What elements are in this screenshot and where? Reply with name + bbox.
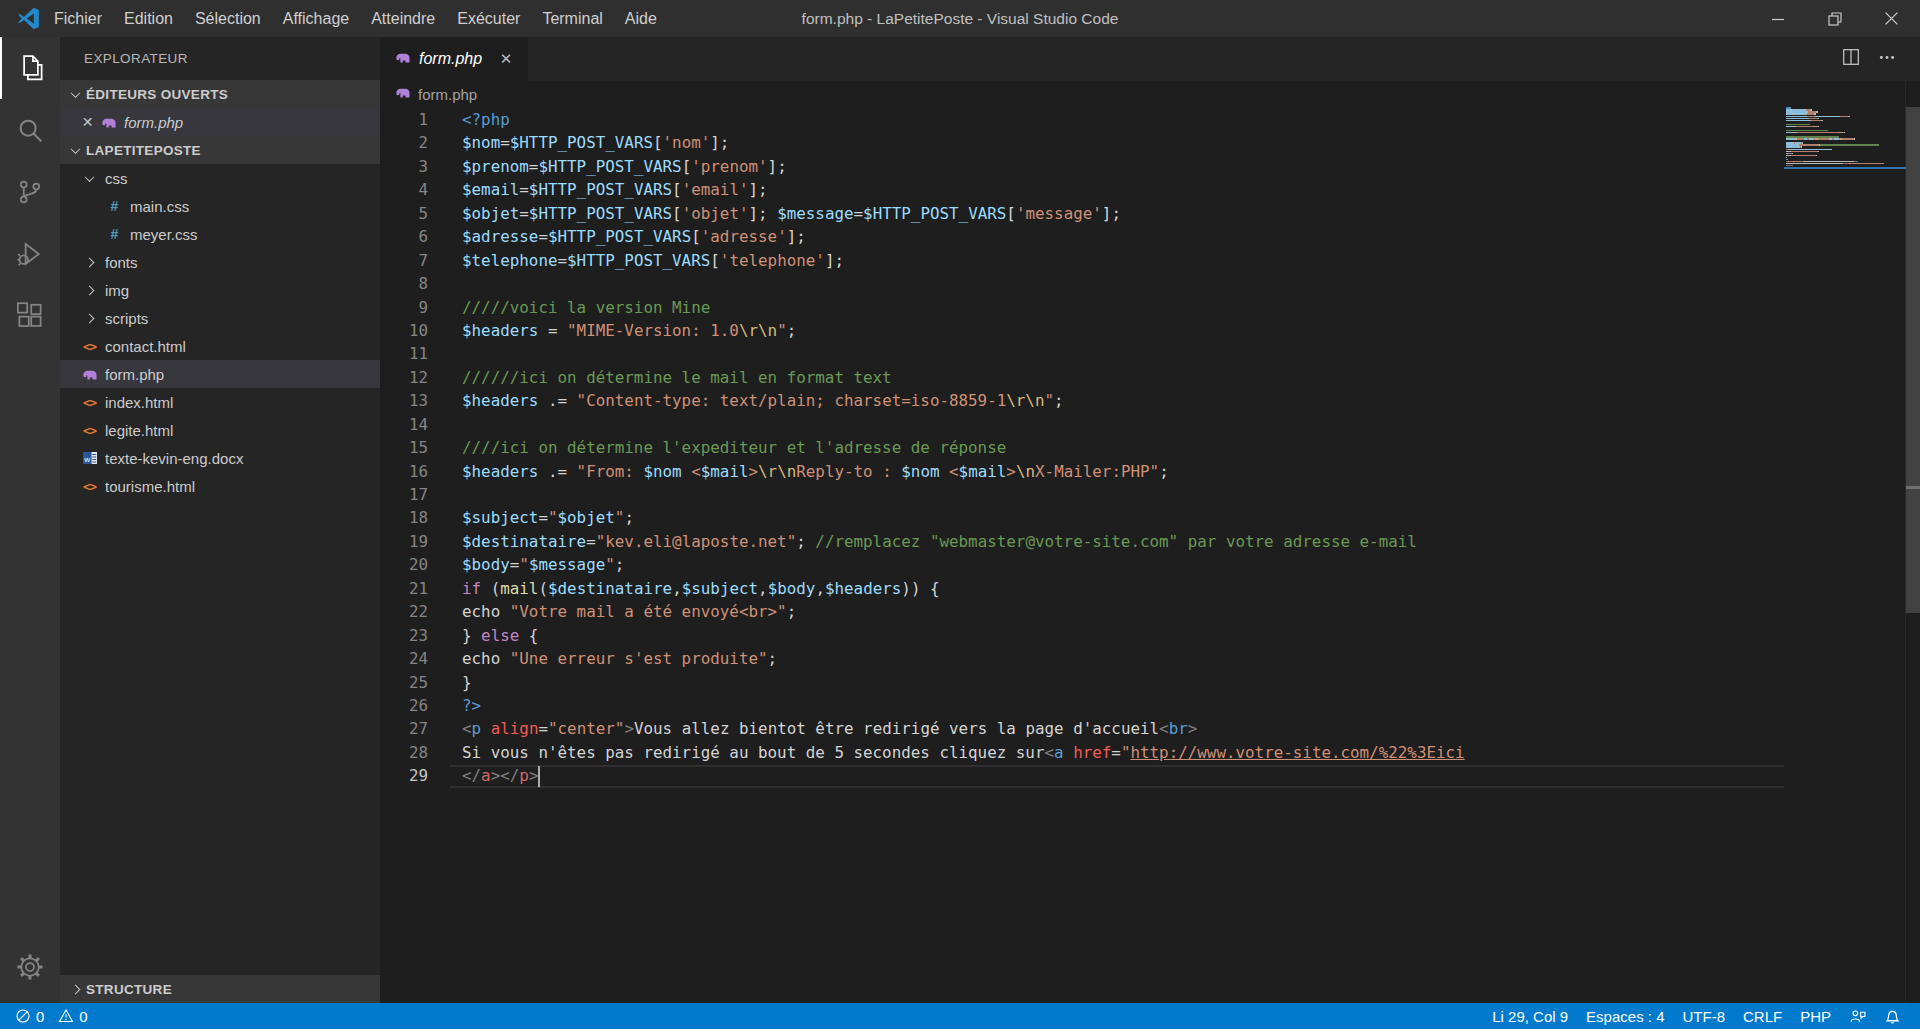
menu-exécuter[interactable]: Exécuter: [446, 0, 531, 37]
project-section-header[interactable]: LAPETITEPOSTE: [60, 136, 380, 164]
split-editor-icon[interactable]: [1842, 48, 1860, 70]
source-control-icon[interactable]: [0, 161, 60, 223]
tab-bar: form.php ✕: [380, 37, 1920, 81]
php-file-icon: [394, 49, 411, 70]
text-cursor: [538, 766, 540, 787]
settings-gear-icon[interactable]: [0, 936, 60, 998]
editor-group: form.php ✕ form.php 12345678910111213141…: [380, 37, 1920, 1003]
chevron-right-icon: [81, 282, 98, 299]
menu-fichier[interactable]: Fichier: [43, 0, 113, 37]
tree-item-fonts[interactable]: fonts: [60, 248, 380, 276]
code-content: <?php$nom=$HTTP_POST_VARS['nom'];$prenom…: [462, 108, 1465, 788]
cursor-position[interactable]: Li 29, Col 9: [1483, 1008, 1577, 1025]
css-file-icon: #: [106, 198, 123, 215]
css-file-icon: #: [106, 226, 123, 243]
run-debug-icon[interactable]: [0, 223, 60, 285]
file-tree: css#main.css#meyer.cssfontsimgscripts<>c…: [60, 164, 380, 500]
menu-aide[interactable]: Aide: [614, 0, 668, 37]
restore-button[interactable]: [1806, 0, 1863, 37]
title-bar: FichierEditionSélectionAffichageAtteindr…: [0, 0, 1920, 37]
status-bar: 0 0 Li 29, Col 9 Espaces : 4 UTF-8 CRLF …: [0, 1003, 1920, 1029]
menu-bar: FichierEditionSélectionAffichageAtteindr…: [43, 0, 668, 37]
search-icon[interactable]: [0, 99, 60, 161]
open-editors-header[interactable]: ÉDITEURS OUVERTS: [60, 80, 380, 108]
explorer-icon[interactable]: [0, 37, 60, 99]
window-title: form.php - LaPetitePoste - Visual Studio…: [802, 10, 1119, 28]
code-editor[interactable]: 1234567891011121314151617181920212223242…: [380, 108, 1920, 1003]
scrollbar-slider[interactable]: [1906, 107, 1920, 613]
feedback-icon[interactable]: [1840, 1008, 1875, 1025]
tree-item-contact.html[interactable]: <>contact.html: [60, 332, 380, 360]
activity-bar: [0, 37, 60, 1003]
menu-sélection[interactable]: Sélection: [184, 0, 272, 37]
close-button[interactable]: [1863, 0, 1920, 37]
html-file-icon: <>: [81, 478, 98, 495]
tree-item-img[interactable]: img: [60, 276, 380, 304]
minimap-cursor-marker: [1784, 167, 1920, 169]
sidebar-explorer: EXPLORATEUR ÉDITEURS OUVERTS ✕form.php L…: [60, 37, 380, 1003]
tree-item-legite.html[interactable]: <>legite.html: [60, 416, 380, 444]
php-file-icon: [394, 84, 411, 105]
tree-item-meyer.css[interactable]: #meyer.css: [60, 220, 380, 248]
word-file-icon: w: [81, 450, 98, 467]
explorer-title: EXPLORATEUR: [60, 37, 380, 80]
breadcrumb[interactable]: form.php: [380, 81, 1920, 108]
open-editors-list: ✕form.php: [60, 108, 380, 136]
chevron-down-icon: [81, 170, 98, 187]
errors-indicator[interactable]: 0: [10, 1008, 49, 1025]
indentation[interactable]: Espaces : 4: [1577, 1008, 1673, 1025]
menu-edition[interactable]: Edition: [113, 0, 184, 37]
minimize-button[interactable]: [1749, 0, 1806, 37]
menu-affichage[interactable]: Affichage: [272, 0, 360, 37]
extensions-icon[interactable]: [0, 285, 60, 347]
tree-item-main.css[interactable]: #main.css: [60, 192, 380, 220]
minimap[interactable]: [1784, 107, 1905, 167]
notifications-bell-icon[interactable]: [1875, 1008, 1910, 1025]
encoding[interactable]: UTF-8: [1673, 1008, 1734, 1025]
tab-form-php[interactable]: form.php ✕: [380, 37, 528, 81]
close-editor-icon[interactable]: ✕: [80, 114, 95, 130]
php-file-icon: [100, 114, 117, 131]
vscode-logo: [17, 7, 40, 30]
tree-item-scripts[interactable]: scripts: [60, 304, 380, 332]
html-file-icon: <>: [81, 422, 98, 439]
svg-text:w: w: [83, 455, 90, 464]
menu-terminal[interactable]: Terminal: [531, 0, 613, 37]
more-actions-icon[interactable]: [1878, 48, 1896, 70]
html-file-icon: <>: [81, 338, 98, 355]
tree-item-form.php[interactable]: form.php: [60, 360, 380, 388]
structure-section-header[interactable]: STRUCTURE: [60, 975, 380, 1003]
chevron-right-icon: [81, 254, 98, 271]
open-editor-item-form.php[interactable]: ✕form.php: [60, 108, 380, 136]
php-file-icon: [81, 366, 98, 383]
line-numbers: 1234567891011121314151617181920212223242…: [380, 108, 428, 788]
eol-sequence[interactable]: CRLF: [1734, 1008, 1791, 1025]
overview-ruler-marker: [1906, 486, 1920, 489]
window-controls: [1749, 0, 1920, 37]
html-file-icon: <>: [81, 394, 98, 411]
tree-item-tourisme.html[interactable]: <>tourisme.html: [60, 472, 380, 500]
tree-item-index.html[interactable]: <>index.html: [60, 388, 380, 416]
tab-close-icon[interactable]: ✕: [496, 49, 516, 69]
tree-item-texte-kevin-eng.docx[interactable]: wtexte-kevin-eng.docx: [60, 444, 380, 472]
tree-item-css[interactable]: css: [60, 164, 380, 192]
language-mode[interactable]: PHP: [1791, 1008, 1840, 1025]
warnings-indicator[interactable]: 0: [53, 1008, 92, 1025]
chevron-right-icon: [81, 310, 98, 327]
menu-atteindre[interactable]: Atteindre: [360, 0, 446, 37]
